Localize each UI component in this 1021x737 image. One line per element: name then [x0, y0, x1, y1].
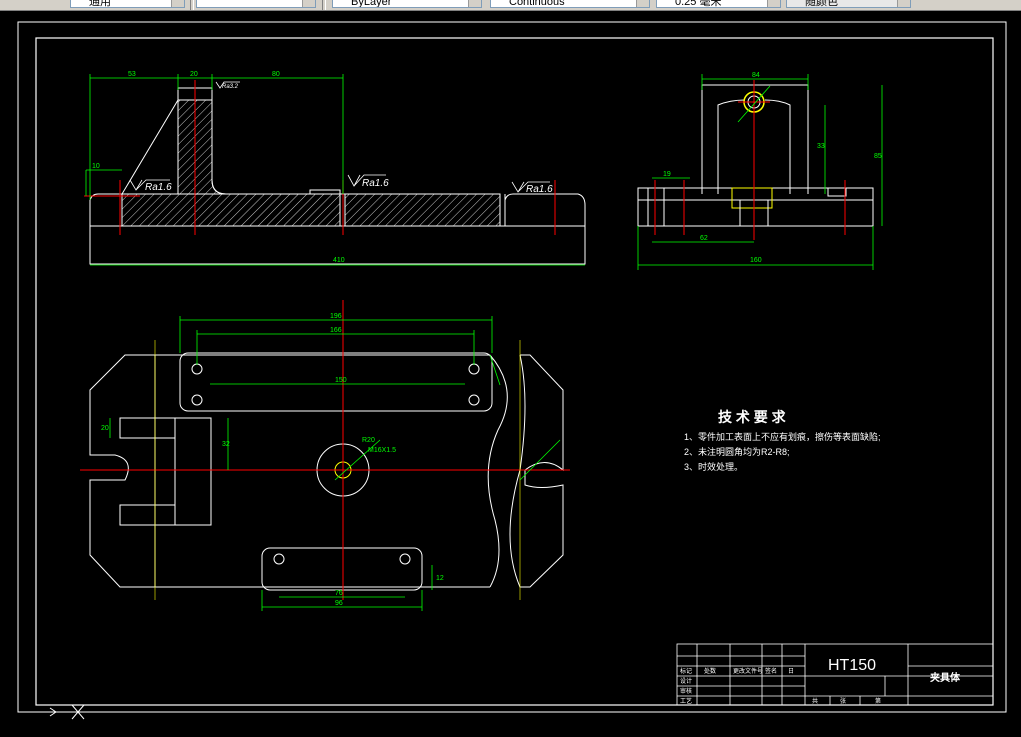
drawing-canvas[interactable]: 53 20 80 410 10 Ra1.6 Ra1.6 Ra1.6 Ra3.2: [0, 10, 1021, 737]
side-view: [637, 84, 874, 227]
plan-holes: [191, 363, 480, 565]
dim-text: 76: [335, 590, 343, 597]
material-label: HT150: [828, 657, 876, 674]
tech-line: 1、零件加工表面上不应有划痕，擦伤等表面缺陷;: [684, 431, 881, 442]
header-cell: 标记: [680, 667, 692, 675]
front-view: [89, 87, 586, 265]
lineweight-select[interactable]: 0.25 毫米: [656, 0, 781, 8]
front-right-end: [504, 193, 586, 264]
dim-text: 410: [333, 257, 345, 264]
dim-text: 196: [330, 313, 342, 320]
tech-line: 3、时效处理。: [684, 461, 743, 472]
row-label: 审核: [680, 687, 692, 695]
plan-dimensions: [109, 316, 561, 611]
header-cell: 处数: [704, 667, 716, 675]
lineweight-value: 0.25 毫米: [675, 0, 722, 8]
side-centerlines: [654, 80, 846, 240]
dim-text: 20: [101, 425, 109, 432]
front-hatch-end: [344, 193, 501, 227]
plan-view: [89, 352, 564, 591]
chevron-down-icon[interactable]: [636, 0, 649, 7]
linetype-value: Continuous: [509, 0, 565, 8]
sheet-label: 共: [812, 697, 818, 705]
header-cell: 日: [788, 668, 794, 675]
dim-text: 160: [750, 257, 762, 264]
roughness-label: Ra1.6: [526, 184, 553, 195]
front-dim-text: 53 20 80 410 10: [92, 71, 345, 264]
dim-text: 96: [335, 600, 343, 607]
dim-text: R20: [362, 437, 375, 444]
dim-text: 166: [330, 327, 342, 334]
technical-requirements: 技 术 要 求 1、零件加工表面上不应有划痕，擦伤等表面缺陷; 2、未注明圆角均…: [684, 409, 881, 472]
linetype-color-select[interactable]: ByLayer: [332, 0, 482, 8]
dim-text: 19: [663, 171, 671, 178]
header-cell: 更改文件号: [733, 667, 763, 675]
dim-text: M16X1.5: [368, 447, 396, 454]
sheet-outer-border: [17, 21, 1007, 713]
sheet-label: 第: [875, 697, 881, 705]
plan-centerlines: [80, 300, 570, 600]
command-line[interactable]: [0, 730, 1021, 737]
plot-style-value: 随颜色: [805, 0, 838, 8]
dim-text: 32: [222, 441, 230, 448]
row-label: 工艺: [680, 697, 692, 705]
roughness-label: Ra1.6: [362, 178, 389, 189]
title-block-text: HT150 夹具体 标记 处数 更改文件号 签名 日 设计 审核 工艺 共 张 …: [680, 657, 961, 705]
tech-title: 技 术 要 求: [718, 409, 787, 425]
dim-text: 62: [700, 235, 708, 242]
chevron-down-icon[interactable]: [897, 0, 910, 7]
text-style-value: 通用: [89, 0, 111, 8]
toolbar-separator: [190, 0, 194, 10]
dim-text: 20: [190, 71, 198, 78]
row-label: 设计: [680, 677, 692, 685]
dim-text: 85: [874, 153, 882, 160]
linetype-color-value: ByLayer: [351, 0, 392, 8]
tech-line: 2、未注明圆角均为R2-R8;: [684, 446, 790, 457]
dim-text: 12: [436, 575, 444, 582]
roughness-label: Ra3.2: [222, 84, 239, 90]
linetype-select[interactable]: Continuous: [490, 0, 650, 8]
chevron-down-icon[interactable]: [171, 0, 184, 7]
dim-text: 53: [128, 71, 136, 78]
chevron-down-icon[interactable]: [302, 0, 315, 7]
dim-text: 150: [335, 377, 347, 384]
header-cell: 签名: [765, 667, 777, 675]
roughness-label: Ra1.6: [145, 182, 172, 193]
dim-text: 84: [752, 72, 760, 79]
dim-text: 10: [92, 163, 100, 170]
toolbar-separator: [322, 0, 326, 10]
plan-dim-text: 196 166 150 76 96 R20 M16X1.5 20 32 12: [101, 313, 444, 607]
part-name: 夹具体: [930, 671, 961, 684]
front-dimensions: [85, 74, 585, 266]
dim-text: 80: [272, 71, 280, 78]
sheet-label: 张: [840, 697, 846, 705]
layer-select[interactable]: [196, 0, 316, 8]
plot-style-select[interactable]: 随颜色: [786, 0, 911, 8]
front-hatch-rib: [121, 99, 341, 227]
chevron-down-icon[interactable]: [767, 0, 780, 7]
text-style-select[interactable]: 通用: [70, 0, 185, 8]
dim-text: 33: [817, 143, 825, 150]
chevron-down-icon[interactable]: [468, 0, 481, 7]
